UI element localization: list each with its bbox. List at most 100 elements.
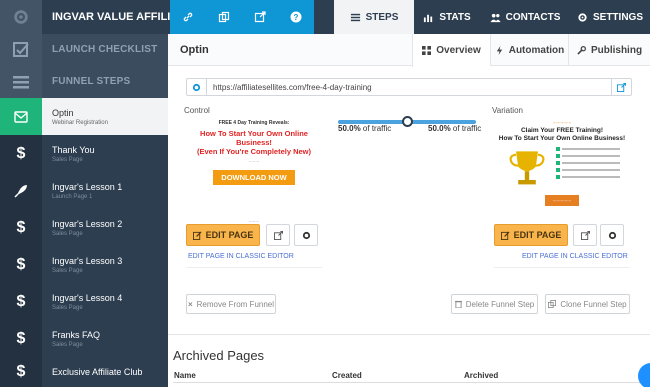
slider-handle[interactable] <box>401 116 413 127</box>
tab-publishing-label: Publishing <box>590 44 643 56</box>
control-classic-editor-link[interactable]: EDIT PAGE IN CLASSIC EDITOR <box>188 253 294 260</box>
dollar-icon: $ <box>0 283 42 325</box>
help-icon[interactable]: ? <box>278 0 314 34</box>
sidebar-step-lesson-2[interactable]: $ Ingvar's Lesson 2 Sales Page <box>0 209 168 251</box>
menu-icon <box>350 13 360 21</box>
sidebar-step-thank-you[interactable]: $ Thank You Sales Page <box>0 135 168 177</box>
preview-headline-1: How To Start Your Own Online Business! <box>200 129 308 147</box>
preview-kicker: ·············· <box>552 120 572 125</box>
control-open-page-button[interactable] <box>266 224 290 246</box>
control-page-preview[interactable]: FREE 4 Day Training Reveals: How To Star… <box>186 120 322 224</box>
edit-page-label: EDIT PAGE <box>513 230 562 240</box>
preview-cta-button: ·············· <box>544 195 580 206</box>
envelope-icon <box>0 98 42 135</box>
tab-automation-label: Automation <box>508 44 565 56</box>
remove-from-funnel-label: Remove From Funnel <box>196 299 275 309</box>
link-icon[interactable] <box>170 0 206 34</box>
remove-from-funnel-button[interactable]: × Remove From Funnel <box>186 294 276 314</box>
tab-stats-label: STATS <box>439 11 471 23</box>
edit-icon <box>192 230 202 240</box>
tab-automation[interactable]: Automation <box>490 34 568 66</box>
control-edit-page-button[interactable]: EDIT PAGE <box>186 224 260 246</box>
divider <box>186 267 322 268</box>
tab-settings-label: SETTINGS <box>592 11 643 23</box>
sidebar-step-lesson-4[interactable]: $ Ingvar's Lesson 4 Sales Page <box>0 283 168 325</box>
delete-funnel-step-button[interactable]: Delete Funnel Step <box>451 294 538 314</box>
step-title: Franks FAQ <box>52 329 101 340</box>
external-link-icon[interactable] <box>242 0 278 34</box>
variation-edit-page-button[interactable]: EDIT PAGE <box>494 224 568 246</box>
step-subtitle: Sales Page <box>52 156 83 163</box>
variation-classic-editor-link[interactable]: EDIT PAGE IN CLASSIC EDITOR <box>522 253 628 260</box>
traffic-variation-value: 50.0% <box>428 124 451 133</box>
gear-icon <box>302 231 310 239</box>
control-settings-button[interactable] <box>294 224 318 246</box>
logo-gear-icon[interactable] <box>0 0 42 34</box>
preview-headline-2: (Even If You're Completely New) <box>196 147 312 156</box>
page-url-text[interactable]: https://affiliatesellites.com/free-4-day… <box>207 83 611 92</box>
variation-settings-button[interactable] <box>600 224 624 246</box>
variation-label: Variation <box>492 106 523 115</box>
clone-funnel-step-label: Clone Funnel Step <box>560 299 627 309</box>
page-url-bar: https://affiliatesellites.com/free-4-day… <box>186 78 632 96</box>
funnel-tools: ? <box>170 0 314 34</box>
grid-icon <box>422 46 432 55</box>
edit-icon <box>500 230 510 240</box>
sidebar-step-lesson-1[interactable]: Ingvar's Lesson 1 Launch Page 1 <box>0 172 168 214</box>
tab-settings[interactable]: SETTINGS <box>570 0 650 34</box>
dollar-icon: $ <box>0 209 42 251</box>
users-icon <box>490 13 501 22</box>
trophy-icon <box>509 151 545 185</box>
step-title: Ingvar's Lesson 1 <box>52 181 123 192</box>
tab-contacts[interactable]: CONTACTS <box>480 0 570 34</box>
traffic-suffix: of traffic <box>362 124 392 133</box>
control-label: Control <box>184 106 210 115</box>
sidebar-step-franks-faq[interactable]: $ Franks FAQ Sales Page <box>0 320 168 362</box>
preview-headline-1: Claim Your FREE Training! <box>520 127 604 134</box>
preview-checklist <box>550 147 620 191</box>
gear-icon <box>608 231 616 239</box>
bar-chart-icon <box>424 14 433 22</box>
tab-publishing[interactable]: Publishing <box>568 34 650 66</box>
preview-download-button: DOWNLOAD NOW <box>213 170 295 185</box>
tab-stats[interactable]: STATS <box>414 0 480 34</box>
preview-headline-2: How To Start Your Own Online Business! <box>498 135 626 142</box>
url-settings-gear-icon[interactable] <box>187 79 207 95</box>
tab-overview[interactable]: Overview <box>412 34 490 67</box>
open-url-external-icon[interactable] <box>611 79 631 95</box>
wrench-icon <box>577 45 586 55</box>
page-title: Optin <box>180 44 209 56</box>
step-title: Ingvar's Lesson 2 <box>52 218 123 229</box>
column-header-created: Created <box>332 371 362 380</box>
close-icon: × <box>187 299 193 309</box>
sidebar-step-optin[interactable]: Optin Webinar Registration <box>0 98 168 135</box>
divider <box>494 267 630 268</box>
tab-overview-label: Overview <box>436 45 481 56</box>
tab-steps[interactable]: STEPS <box>334 0 414 34</box>
variation-open-page-button[interactable] <box>573 224 597 246</box>
variation-page-preview[interactable]: ·············· Claim Your FREE Training!… <box>494 120 630 220</box>
sidebar-funnel-steps: FUNNEL STEPS <box>0 65 168 98</box>
dollar-icon: $ <box>0 135 42 177</box>
sidebar-funnel-steps-label: FUNNEL STEPS <box>42 65 168 98</box>
copy-icon[interactable] <box>206 0 242 34</box>
traffic-control-text: 50.0% of traffic <box>338 124 391 133</box>
traffic-suffix: of traffic <box>452 124 482 133</box>
top-bar: INGVAR VALUE AFFILIAT... ? STEPS STATS C… <box>0 0 650 34</box>
traffic-variation-text: 50.0% of traffic <box>428 124 481 133</box>
delete-funnel-step-label: Delete Funnel Step <box>465 299 535 309</box>
rocket-icon <box>0 172 42 214</box>
clone-funnel-step-button[interactable]: Clone Funnel Step <box>545 294 630 314</box>
step-title: Exclusive Affiliate Club <box>52 367 143 377</box>
sidebar-step-lesson-3[interactable]: $ Ingvar's Lesson 3 Sales Page <box>0 246 168 288</box>
sidebar-launch-checklist[interactable]: LAUNCH CHECKLIST <box>0 34 168 65</box>
dollar-icon: $ <box>0 320 42 362</box>
external-link-icon <box>580 230 590 240</box>
edit-page-label: EDIT PAGE <box>205 230 254 240</box>
dollar-icon: $ <box>0 246 42 288</box>
external-link-icon <box>273 230 283 240</box>
step-subtitle: Webinar Registration <box>52 119 108 126</box>
funnel-title: INGVAR VALUE AFFILIAT... <box>52 11 170 23</box>
section-divider <box>168 334 650 335</box>
page-header: Optin Overview Automation Publishing <box>168 34 650 67</box>
